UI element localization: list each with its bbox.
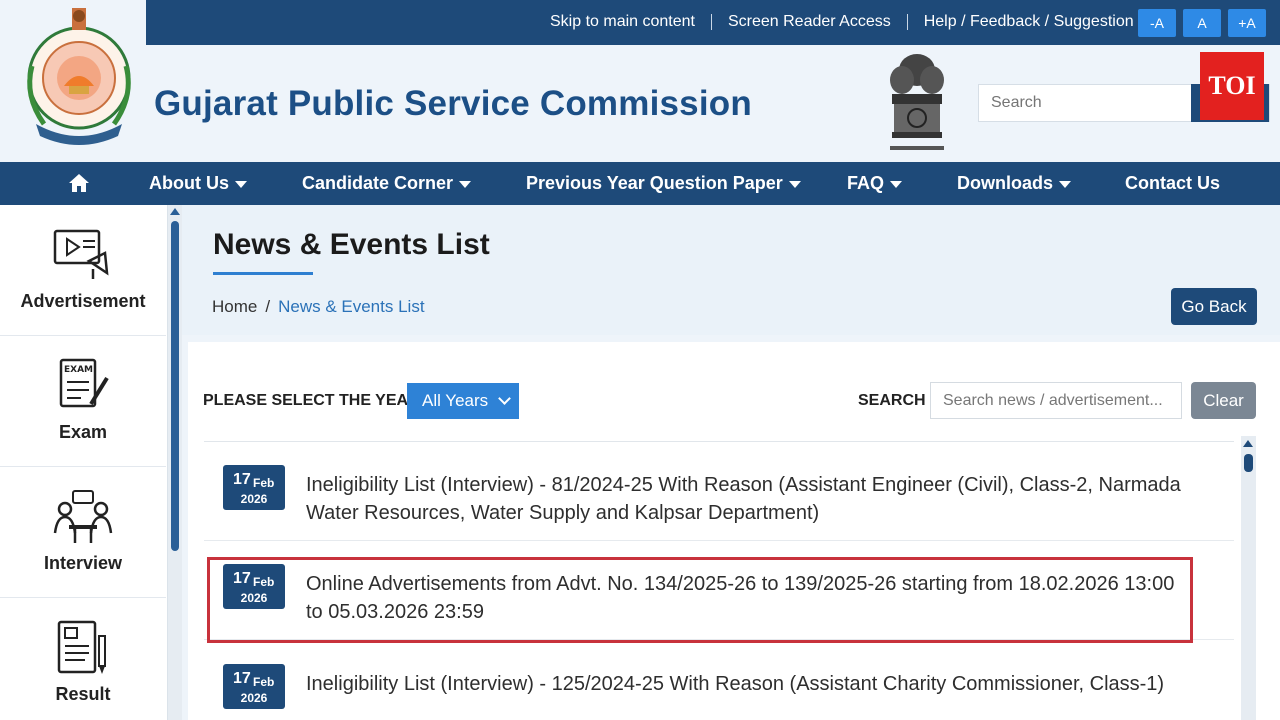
result-icon [57, 620, 106, 674]
title-underline [213, 272, 313, 275]
nav-label: Contact Us [1125, 173, 1221, 193]
screen-reader-link[interactable]: Screen Reader Access [728, 13, 891, 31]
nav-label: About Us [149, 173, 229, 193]
nav-faq[interactable]: FAQ [847, 173, 903, 194]
nav-about-us[interactable]: About Us [149, 173, 247, 194]
year-select-value: All Years [422, 391, 489, 410]
date-month: Feb [253, 675, 275, 689]
national-emblem-icon [882, 50, 952, 158]
sidebar-item-exam[interactable]: EXAM Exam [0, 336, 166, 467]
caret-down-icon [1059, 181, 1072, 188]
sidebar-item-label: Exam [58, 422, 108, 442]
sidebar-item-label: Result [55, 684, 111, 704]
sidebar-item-advertisement[interactable]: Advertisement [0, 205, 166, 336]
caret-down-icon [788, 181, 801, 188]
news-list-scrollbar[interactable] [1241, 436, 1256, 720]
nav-contact-us[interactable]: Contact Us [1125, 173, 1220, 194]
page: Gujarat Public Service Commission TOI Sk… [0, 0, 1280, 720]
nav-label: FAQ [847, 173, 885, 193]
sidebar-item-interview[interactable]: Interview [0, 467, 166, 598]
nav-candidate-corner[interactable]: Candidate Corner [302, 173, 472, 194]
scrollbar-thumb[interactable] [1244, 454, 1253, 472]
font-decrease-button[interactable]: -A [1138, 9, 1176, 37]
date-badge: 17 Feb 2026 [223, 465, 285, 510]
year-select[interactable]: All Years [407, 383, 519, 419]
go-back-button[interactable]: Go Back [1171, 288, 1257, 325]
toi-badge: TOI [1200, 52, 1264, 120]
advertisement-icon [53, 229, 109, 279]
breadcrumb: Home / News & Events List [212, 297, 425, 317]
gpsc-logo[interactable] [14, 6, 144, 150]
interview-icon [53, 490, 113, 543]
sidebar-item-label: Interview [43, 553, 123, 573]
news-search-label: SEARCH [858, 392, 926, 409]
quick-links-sidebar: Advertisement EXAM Exam Interview Result [0, 205, 168, 720]
breadcrumb-current[interactable]: News & Events List [278, 297, 424, 317]
font-normal-button[interactable]: A [1183, 9, 1221, 37]
clear-button[interactable]: Clear [1191, 382, 1256, 419]
divider [204, 441, 1234, 442]
nav-previous-papers[interactable]: Previous Year Question Paper [526, 173, 801, 194]
highlight-box [207, 557, 1193, 643]
date-year: 2026 [240, 492, 268, 506]
nav-label: Downloads [957, 173, 1054, 193]
nav-downloads[interactable]: Downloads [957, 173, 1072, 194]
news-title[interactable]: Ineligibility List (Interview) - 81/2024… [306, 471, 1186, 527]
sidebar-scrollbar[interactable] [168, 205, 182, 720]
utility-bar: Skip to main content Screen Reader Acces… [146, 0, 1280, 45]
date-year: 2026 [240, 691, 268, 705]
caret-down-icon [235, 181, 247, 188]
news-item[interactable]: 17 Feb 2026 Ineligibility List (Intervie… [204, 443, 1234, 541]
nav-home[interactable] [68, 173, 90, 193]
home-icon [69, 174, 89, 192]
divider [710, 14, 712, 30]
exam-icon: EXAM [59, 358, 109, 408]
breadcrumb-home[interactable]: Home [212, 297, 257, 317]
svg-text:EXAM: EXAM [64, 365, 93, 375]
date-badge: 17 Feb 2026 [223, 664, 285, 709]
caret-down-icon [459, 181, 472, 188]
date-day: 17 [233, 670, 251, 687]
news-item[interactable]: 17 Feb 2026 Ineligibility List (Intervie… [204, 642, 1234, 720]
divider [906, 14, 908, 30]
sidebar-item-label: Advertisement [20, 291, 146, 311]
main-nav: About Us Candidate Corner Previous Year … [0, 162, 1280, 205]
font-increase-button[interactable]: +A [1228, 9, 1266, 37]
year-filter-label: PLEASE SELECT THE YEAR [203, 392, 420, 409]
news-search-input[interactable] [931, 383, 1181, 418]
caret-down-icon [890, 181, 903, 188]
news-search [930, 382, 1182, 419]
date-day: 17 [233, 471, 251, 488]
chevron-down-icon [498, 392, 512, 405]
page-title: News & Events List [213, 228, 490, 261]
breadcrumb-separator: / [265, 297, 271, 316]
site-search-input[interactable] [979, 85, 1189, 121]
sidebar-item-result[interactable]: Result [0, 598, 166, 720]
help-feedback-link[interactable]: Help / Feedback / Suggestion [924, 13, 1134, 31]
scroll-up-icon[interactable] [1243, 440, 1253, 447]
skip-to-content-link[interactable]: Skip to main content [550, 13, 695, 31]
nav-label: Previous Year Question Paper [526, 173, 783, 193]
scroll-up-icon[interactable] [170, 208, 180, 215]
news-title[interactable]: Ineligibility List (Interview) - 125/202… [306, 670, 1186, 698]
scrollbar-thumb[interactable] [171, 221, 179, 551]
site-title: Gujarat Public Service Commission [154, 84, 752, 123]
date-month: Feb [253, 476, 275, 490]
nav-label: Candidate Corner [302, 173, 454, 193]
